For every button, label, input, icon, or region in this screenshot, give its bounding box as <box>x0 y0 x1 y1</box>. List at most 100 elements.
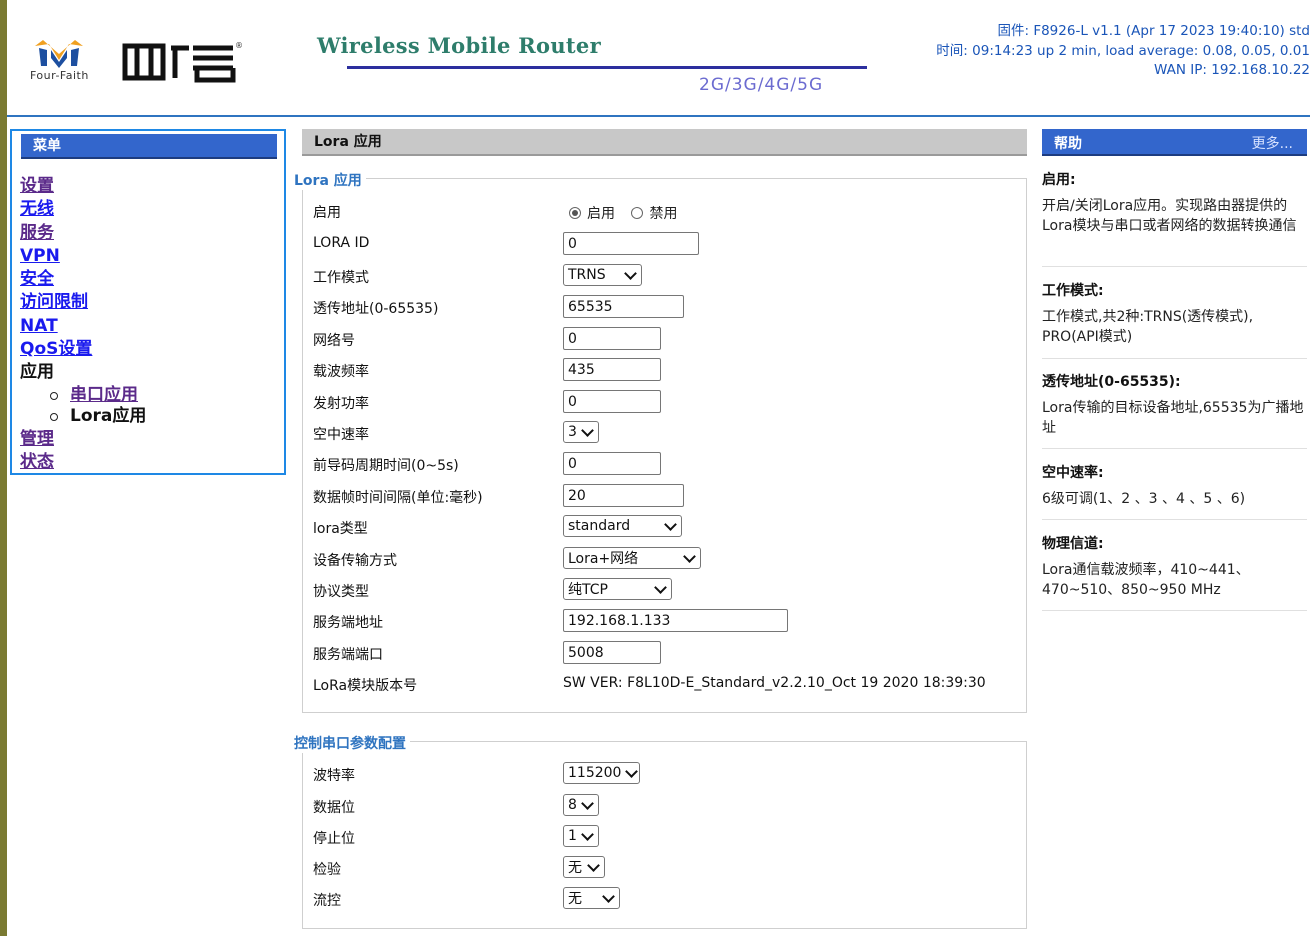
help-section-body: Lora通信载波频率，410~441、470~510、850~950 MHz <box>1042 562 1250 598</box>
trans-addr-label: 透传地址(0-65535) <box>313 301 439 317</box>
page-header: ® Four-Faith Wireless Mobile Router 2G/3… <box>7 0 1310 117</box>
data-bits-select[interactable]: 8 <box>563 794 599 816</box>
svg-text:®: ® <box>235 41 243 50</box>
work-mode-label: 工作模式 <box>313 270 369 286</box>
menu-item-wireless[interactable]: 无线 <box>20 198 146 221</box>
product-title: Wireless Mobile Router <box>317 33 601 58</box>
menu-item-qos[interactable]: QoS设置 <box>20 338 146 361</box>
data-bits-value: 8 <box>568 797 577 813</box>
help-section-title: 透传地址(0-65535): <box>1042 374 1181 390</box>
chevron-down-icon <box>664 517 677 531</box>
help-section-body: 工作模式,共2种:TRNS(透传模式), PRO(API模式) <box>1042 309 1254 345</box>
help-section-enable: 启用: 开启/关闭Lora应用。实现路由器提供的Lora模块与串口或者网络的数据… <box>1042 170 1307 267</box>
lora-id-label: LORA ID <box>313 235 370 251</box>
protocol-select[interactable]: 纯TCP <box>563 578 672 600</box>
product-generations: 2G/3G/4G/5G <box>699 75 824 95</box>
help-section-work-mode: 工作模式: 工作模式,共2种:TRNS(透传模式), PRO(API模式) <box>1042 281 1307 359</box>
menu-title: 菜单 <box>21 134 277 159</box>
lora-id-input[interactable] <box>563 232 699 255</box>
preamble-input[interactable] <box>563 452 661 475</box>
menu-item-management[interactable]: 管理 <box>20 428 146 451</box>
chevron-down-icon <box>654 580 667 594</box>
enable-radio-group: 启用 禁用 <box>569 203 677 223</box>
side-menu: 菜单 设置 无线 服务 VPN 安全 访问限制 NAT QoS设置 应用 串口应… <box>10 129 286 475</box>
work-mode-select[interactable]: TRNS <box>563 264 642 286</box>
main-section-header: Lora 应用 <box>302 129 1027 156</box>
tx-power-input[interactable] <box>563 390 661 413</box>
help-section-body: 开启/关闭Lora应用。实现路由器提供的Lora模块与串口或者网络的数据转换通信 <box>1042 198 1297 234</box>
server-addr-input[interactable] <box>563 609 788 632</box>
four-faith-logo: ® <box>35 40 243 83</box>
server-port-label: 服务端端口 <box>313 647 383 663</box>
server-addr-label: 服务端地址 <box>313 615 383 631</box>
submenu-serial-link[interactable]: 串口应用 <box>70 385 138 405</box>
submenu-item-serial[interactable]: 串口应用 <box>20 385 146 407</box>
protocol-value: 纯TCP <box>568 582 608 598</box>
stop-bits-label: 停止位 <box>313 831 355 847</box>
transfer-mode-value: Lora+网络 <box>568 551 639 567</box>
server-port-input[interactable] <box>563 641 661 664</box>
menu-item-setup[interactable]: 设置 <box>20 175 146 198</box>
chevron-down-icon <box>683 549 696 563</box>
baud-label: 波特率 <box>313 768 355 784</box>
frame-interval-label: 数据帧时间间隔(单位:毫秒) <box>313 490 483 506</box>
logo-subtext: Four-Faith <box>30 69 89 82</box>
air-rate-value: 3 <box>568 424 577 440</box>
chevron-down-icon <box>587 858 600 872</box>
enable-radio-off[interactable] <box>631 207 644 219</box>
menu-item-nat[interactable]: NAT <box>20 315 146 338</box>
flow-label: 流控 <box>313 893 341 909</box>
applications-submenu: 串口应用 Lora应用 <box>20 385 146 428</box>
parity-select[interactable]: 无 <box>563 856 605 878</box>
flow-select[interactable]: 无 <box>563 887 620 909</box>
lora-legend: Lora 应用 <box>294 170 366 190</box>
header-status-info: 固件: F8926-L v1.1 (Apr 17 2023 19:40:10) … <box>936 22 1310 81</box>
carrier-freq-input[interactable] <box>563 358 661 381</box>
help-section-body: 6级可调(1、2 、3 、4 、5 、6) <box>1042 491 1246 507</box>
menu-item-applications: 应用 <box>20 362 54 383</box>
chevron-down-icon <box>625 764 639 778</box>
transfer-mode-select[interactable]: Lora+网络 <box>563 547 701 569</box>
left-edge-bar <box>0 0 7 936</box>
lora-fieldset <box>302 178 1027 713</box>
help-section-trans-addr: 透传地址(0-65535): Lora传输的目标设备地址,65535为广播地址 <box>1042 372 1307 449</box>
module-version-value: SW VER: F8L10D-E_Standard_v2.2.10_Oct 19… <box>563 675 986 691</box>
stop-bits-select[interactable]: 1 <box>563 825 599 847</box>
preamble-label: 前导码周期时间(0~5s) <box>313 458 459 474</box>
uptime-info: 时间: 09:14:23 up 2 min, load average: 0.0… <box>936 42 1310 59</box>
help-section-body: Lora传输的目标设备地址,65535为广播地址 <box>1042 400 1304 436</box>
menu-items: 设置 无线 服务 VPN 安全 访问限制 NAT QoS设置 应用 串口应用 L… <box>20 175 146 474</box>
help-more-link[interactable]: 更多... <box>1252 133 1293 153</box>
menu-item-status[interactable]: 状态 <box>20 451 146 474</box>
baud-select[interactable]: 115200 <box>563 762 640 784</box>
transfer-mode-label: 设备传输方式 <box>313 553 397 569</box>
net-id-input[interactable] <box>563 327 661 350</box>
trans-addr-input[interactable] <box>563 295 684 318</box>
title-underline <box>347 66 867 69</box>
lora-type-label: lora类型 <box>313 521 368 537</box>
help-section-title: 工作模式: <box>1042 283 1104 299</box>
menu-item-vpn[interactable]: VPN <box>20 245 146 268</box>
enable-radio-on[interactable] <box>569 207 581 219</box>
stop-bits-value: 1 <box>568 828 577 844</box>
module-version-label: LoRa模块版本号 <box>313 678 418 694</box>
serial-legend: 控制串口参数配置 <box>294 733 410 753</box>
help-section-title: 物理信道: <box>1042 536 1104 552</box>
chevron-down-icon <box>581 796 594 810</box>
air-rate-select[interactable]: 3 <box>563 421 599 443</box>
chevron-down-icon <box>581 827 594 841</box>
flow-value: 无 <box>568 891 582 907</box>
frame-interval-input[interactable] <box>563 484 684 507</box>
carrier-freq-label: 载波频率 <box>313 364 369 380</box>
menu-item-access-restrictions[interactable]: 访问限制 <box>20 291 146 314</box>
net-id-label: 网络号 <box>313 333 355 349</box>
enable-on-label: 启用 <box>587 206 615 222</box>
data-bits-label: 数据位 <box>313 800 355 816</box>
work-mode-value: TRNS <box>568 267 606 283</box>
lora-type-select[interactable]: standard <box>563 515 682 537</box>
menu-item-services[interactable]: 服务 <box>20 222 146 245</box>
bullet-icon <box>50 391 58 400</box>
menu-item-security[interactable]: 安全 <box>20 268 146 291</box>
enable-off-label: 禁用 <box>649 206 678 222</box>
help-section-channel: 物理信道: Lora通信载波频率，410~441、470~510、850~950… <box>1042 534 1307 611</box>
